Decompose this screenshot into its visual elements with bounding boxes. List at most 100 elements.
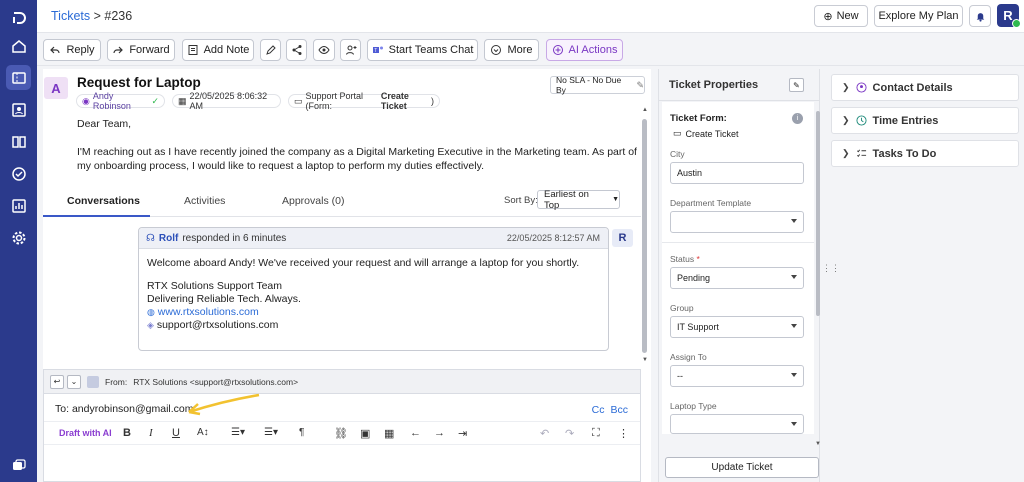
forward-button[interactable]: Forward xyxy=(107,39,175,61)
tab-activities[interactable]: Activities xyxy=(184,195,225,207)
laptop-type-select[interactable] xyxy=(670,414,804,434)
reply-message-card: ☊ Rolf responded in 6 minutes 22/05/2025… xyxy=(138,227,609,351)
underline-icon[interactable]: U xyxy=(172,427,180,439)
bold-icon[interactable]: B xyxy=(123,427,131,439)
from-label: From: xyxy=(105,376,128,387)
reply-button[interactable]: Reply xyxy=(43,39,101,61)
info-icon[interactable]: i xyxy=(792,113,803,124)
more-button[interactable]: More xyxy=(484,39,539,61)
redo-icon[interactable]: ↷ xyxy=(565,427,574,440)
created-date-chip: ▦ 22/05/2025 8:06:32 AM xyxy=(172,91,281,111)
settings-gear-icon[interactable] xyxy=(6,225,31,250)
requester-chip[interactable]: ◉ Andy Robinson ✓ xyxy=(76,91,165,111)
notifications-button[interactable] xyxy=(969,5,991,27)
add-note-button[interactable]: Add Note xyxy=(182,39,254,61)
explore-plan-button[interactable]: Explore My Plan xyxy=(874,5,963,27)
add-user-icon xyxy=(345,45,356,55)
app-logo-icon[interactable] xyxy=(6,5,31,30)
laptop-type-label: Laptop Type xyxy=(670,401,717,411)
ticket-form-name: Create Ticket xyxy=(685,128,739,139)
sla-badge[interactable]: No SLA - No Due By ✎ xyxy=(550,75,645,95)
city-input[interactable]: Austin xyxy=(670,162,804,184)
city-value: Austin xyxy=(677,168,703,178)
assign-to-value: -- xyxy=(677,371,683,381)
add-user-button[interactable] xyxy=(340,39,361,61)
email-icon: ◈ xyxy=(147,320,154,330)
new-button[interactable]: ⊕ New xyxy=(814,5,868,27)
edit-properties-button[interactable]: ✎ xyxy=(789,78,804,92)
svg-text:T: T xyxy=(374,48,377,54)
sla-text: No SLA - No Due By xyxy=(556,75,622,95)
agent-headset-icon: ☊ xyxy=(146,232,155,244)
edit-button[interactable] xyxy=(260,39,281,61)
teams-chat-label: Start Teams Chat xyxy=(388,44,474,56)
scroll-down-icon[interactable]: ▼ xyxy=(815,441,821,447)
bullet-list-icon[interactable]: ☰▾ xyxy=(264,427,278,438)
scroll-down-icon[interactable]: ▼ xyxy=(642,357,648,363)
update-ticket-button[interactable]: Update Ticket xyxy=(665,457,819,478)
group-value: IT Support xyxy=(677,322,719,332)
properties-scrollbar[interactable]: ▼ xyxy=(815,103,821,447)
link-icon[interactable]: ⛓ xyxy=(334,427,348,440)
department-template-select[interactable] xyxy=(670,211,804,233)
note-icon xyxy=(188,45,198,55)
status-select[interactable]: Pending xyxy=(670,267,804,289)
home-icon[interactable] xyxy=(6,33,31,58)
font-size-icon[interactable]: A↕ xyxy=(197,427,209,438)
cc-link[interactable]: Cc xyxy=(592,404,605,416)
undo-icon[interactable]: ↶ xyxy=(540,427,549,440)
ai-actions-label: AI Actions xyxy=(568,44,618,56)
add-note-label: Add Note xyxy=(203,44,250,56)
outdent-arrow-icon[interactable]: ← xyxy=(410,427,421,439)
ticket-properties-panel: Ticket Properties ✎ Ticket Form: i ▭ Cre… xyxy=(658,69,821,482)
sort-select[interactable]: Earliest on Top ▼ xyxy=(537,189,620,211)
reply-message: Welcome aboard Andy! We've received your… xyxy=(147,257,580,269)
requester-avatar: A xyxy=(44,77,68,99)
ordered-list-icon[interactable]: ☰▾ xyxy=(231,427,245,438)
tasks-to-do-section[interactable]: ❯ Tasks To Do xyxy=(831,140,1019,167)
properties-header: Ticket Properties ✎ xyxy=(659,69,819,101)
assign-to-label: Assign To xyxy=(670,352,707,362)
more-options-icon[interactable]: ⋮ xyxy=(618,427,629,440)
composer-dropdown-button[interactable]: ⌄ xyxy=(67,374,81,389)
italic-icon[interactable]: I xyxy=(149,427,153,439)
paragraph-icon[interactable]: ¶ xyxy=(299,427,304,438)
group-select[interactable]: IT Support xyxy=(670,316,804,338)
start-teams-chat-button[interactable]: T Start Teams Chat xyxy=(367,39,478,61)
bcc-link[interactable]: Bcc xyxy=(610,404,628,416)
image-icon[interactable]: ▣ xyxy=(360,427,370,440)
top-bar: Tickets > #236 ⊕ New Explore My Plan R xyxy=(37,0,1024,33)
tickets-icon[interactable] xyxy=(6,65,31,90)
breadcrumb-tickets-link[interactable]: Tickets xyxy=(51,9,90,23)
scroll-up-icon[interactable]: ▲ xyxy=(642,107,648,113)
ai-actions-button[interactable]: AI Actions xyxy=(546,39,623,61)
contact-details-section[interactable]: ❯ Contact Details xyxy=(831,74,1019,101)
composer-reply-type-button[interactable]: ↩ xyxy=(50,374,64,389)
panel-resize-handle-right[interactable]: ⋮⋮ xyxy=(822,264,840,277)
fullscreen-icon[interactable]: ⛶ xyxy=(592,427,600,440)
ticket-greeting: Dear Team, xyxy=(77,118,132,130)
ticket-scroll-thumb[interactable] xyxy=(642,119,647,353)
watch-button[interactable] xyxy=(313,39,335,61)
reply-arrow-icon xyxy=(50,46,61,54)
time-entries-section[interactable]: ❯ Time Entries xyxy=(831,107,1019,134)
table-icon[interactable]: ▦ xyxy=(384,427,394,440)
draft-with-ai-button[interactable]: Draft with AI xyxy=(59,428,112,438)
to-line[interactable]: To: andyrobinson@gmail.com xyxy=(55,403,194,415)
knowledge-base-icon[interactable] xyxy=(6,129,31,154)
properties-scroll-thumb[interactable] xyxy=(816,111,820,316)
tab-approvals[interactable]: Approvals (0) xyxy=(282,195,344,207)
chevron-right-icon: ❯ xyxy=(842,82,850,92)
tasks-check-icon[interactable] xyxy=(6,161,31,186)
chat-icon[interactable] xyxy=(6,453,31,478)
breadcrumb-separator: > xyxy=(93,9,101,23)
tab-conversations[interactable]: Conversations xyxy=(67,195,140,207)
ticket-scrollbar[interactable]: ▲ ▼ xyxy=(641,107,649,367)
share-button[interactable] xyxy=(286,39,307,61)
more-formatting-icon[interactable]: ⇥ xyxy=(458,427,467,440)
indent-arrow-icon[interactable]: → xyxy=(434,427,445,439)
reports-icon[interactable] xyxy=(6,193,31,218)
contacts-icon[interactable] xyxy=(6,97,31,122)
assign-to-select[interactable]: -- xyxy=(670,365,804,387)
signature-website-link[interactable]: www.rtxsolutions.com xyxy=(158,306,259,318)
